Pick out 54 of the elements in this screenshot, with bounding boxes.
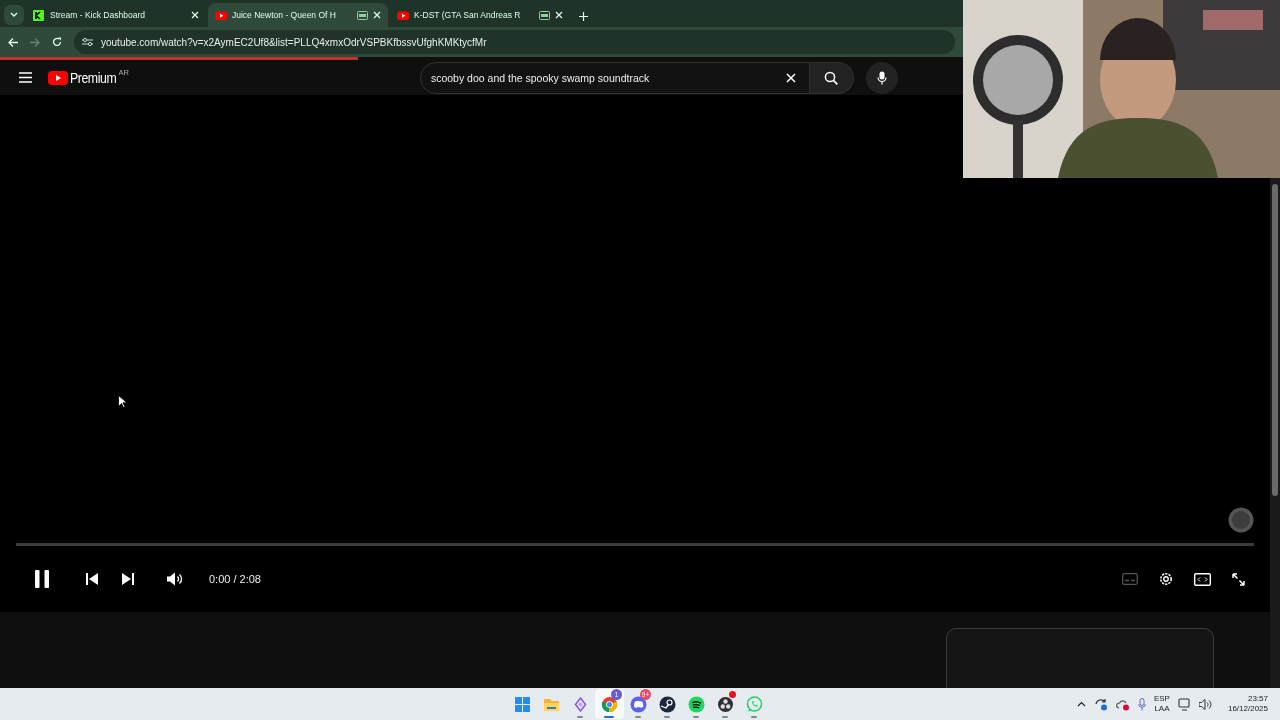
browser-tab[interactable]: K-DST (GTA San Andreas R [390,3,570,27]
volume-icon[interactable] [1198,698,1212,710]
microphone-icon[interactable] [1137,697,1146,711]
theater-mode-icon [1193,572,1211,586]
volume-icon [167,572,183,586]
cloud-icon[interactable] [1115,697,1130,711]
plus-icon [578,11,588,21]
captions-icon [1122,573,1138,585]
menu-icon [18,72,32,83]
reload-icon[interactable] [52,37,62,47]
cursor-icon [118,395,127,408]
whatsapp-icon [746,695,763,713]
discord-icon [630,695,647,713]
close-icon [785,72,796,83]
channel-watermark-icon [1228,507,1254,533]
language-indicator[interactable]: LAA [1154,704,1170,715]
site-settings-icon[interactable] [82,37,93,47]
chevron-up-icon[interactable] [1076,701,1086,707]
forward-icon [30,37,40,47]
next-icon [122,573,134,585]
address-bar[interactable]: youtube.com/watch?v=x2AymEC2Uf8&list=PLLQ4xmxOdrVSPBKfbssvUfghKMKtycfMr [74,30,955,54]
fullscreen-icon [1231,572,1245,586]
pause-icon [35,570,49,588]
search-icon [824,70,839,85]
clock-date[interactable]: 16/12/2025 [1227,704,1268,715]
back-icon[interactable] [8,37,18,47]
steam-icon [659,695,676,713]
close-icon[interactable] [191,11,199,19]
previous-icon [86,573,98,585]
sync-icon[interactable] [1093,697,1108,711]
close-icon[interactable] [373,11,381,19]
browser-tab[interactable]: Juice Newton - Queen Of H [208,3,388,27]
diamond-app-icon [572,695,589,713]
tab-list-button[interactable] [4,5,24,25]
spotify-icon [688,695,705,713]
windows-start-icon [514,695,531,713]
time-display: 0:00 / 2:08 [209,571,261,587]
progress-track[interactable] [16,543,1254,546]
microphone-icon [876,70,887,85]
clock-time[interactable]: 23:57 [1247,693,1268,704]
language-indicator[interactable]: ESP [1153,693,1170,704]
close-icon[interactable] [555,11,563,19]
search-button[interactable] [809,61,854,94]
chevron-down-icon [10,12,18,18]
search-field[interactable]: scooby doo and the spooky swamp soundtrack [419,61,810,94]
scrollbar-thumb[interactable] [1272,184,1278,496]
chrome-icon [601,695,618,713]
voice-search-button[interactable] [865,61,898,94]
obs-icon [717,695,734,713]
logo-text[interactable]: Premium [70,67,117,89]
network-icon[interactable] [1177,697,1191,711]
settings-icon [1158,571,1174,587]
youtube-logo-icon[interactable] [48,70,68,85]
browser-tab[interactable]: Stream - Kick Dashboard [26,3,206,27]
